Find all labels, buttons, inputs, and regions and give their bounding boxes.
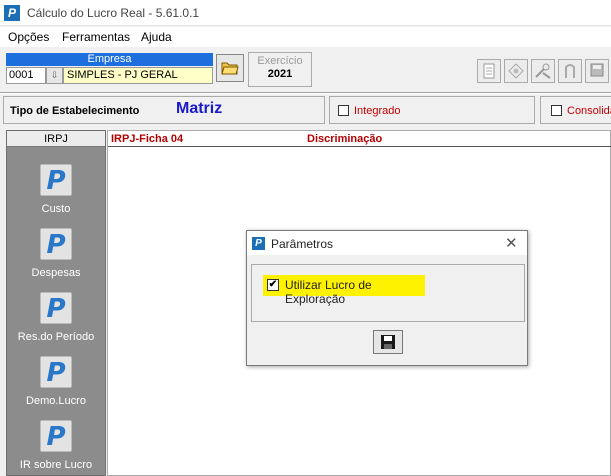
close-icon[interactable]: ✕ <box>505 234 518 252</box>
sidebar-item-label: Custo <box>41 203 71 215</box>
grid-col-ficha: IRPJ-Ficha 04 <box>111 133 184 145</box>
parametros-dialog: P Parâmetros ✕ ✔ Utilizar Lucro de Explo… <box>246 230 528 366</box>
window-title: Cálculo do Lucro Real - 5.61.0.1 <box>27 6 200 20</box>
tools-button[interactable] <box>531 59 555 83</box>
integrado-checkbox[interactable] <box>338 105 349 116</box>
sidebar-item-despesas[interactable]: P Despesas <box>7 228 105 279</box>
diamond-icon <box>508 63 524 79</box>
sidebar-header: IRPJ <box>7 131 105 147</box>
sidebar-item-label: IR sobre Lucro <box>19 459 93 471</box>
document-icon <box>483 63 495 79</box>
app-icon: P <box>4 5 20 21</box>
dialog-title: Parâmetros <box>271 237 334 251</box>
consolidado-checkbox[interactable] <box>551 105 562 116</box>
grid-header: IRPJ-Ficha 04 Discriminação <box>108 131 611 147</box>
sidebar-item-ir-sobre-lucro[interactable]: P IR sobre Lucro <box>7 420 105 471</box>
consolidado-label: Consolida <box>567 105 611 117</box>
menu-ajuda[interactable]: Ajuda <box>141 30 172 44</box>
p-logo-icon: P <box>40 420 72 452</box>
exit-button[interactable] <box>558 59 582 83</box>
integrado-label: Integrado <box>354 105 401 117</box>
save-toolbar-button[interactable] <box>585 59 609 83</box>
menu-bar: Opções Ferramentas Ajuda <box>0 27 611 47</box>
save-icon <box>590 63 604 77</box>
sidebar-item-demo-lucro[interactable]: P Demo.Lucro <box>7 356 105 407</box>
sidebar-item-res-periodo[interactable]: P Res.do Período <box>7 292 105 343</box>
p-logo-icon: P <box>40 164 72 196</box>
menu-ferramentas[interactable]: Ferramentas <box>62 30 130 44</box>
empresa-name-field[interactable]: SIMPLES - PJ GERAL <box>63 67 213 84</box>
lucro-exploracao-label: Utilizar Lucro de Exploração <box>285 278 372 306</box>
exercicio-value: 2021 <box>267 68 293 80</box>
save-icon <box>381 335 395 349</box>
exit-icon <box>565 64 575 78</box>
empresa-code-field[interactable]: 0001 <box>6 67 46 84</box>
dialog-title-bar: P Parâmetros ✕ <box>247 231 527 255</box>
estabelecimento-value: Matriz <box>176 100 223 117</box>
lucro-exploracao-option[interactable]: ✔ Utilizar Lucro de Exploração <box>263 275 425 306</box>
app-icon: P <box>252 237 265 250</box>
p-logo-icon: P <box>40 292 72 324</box>
tools-icon <box>535 63 551 79</box>
sidebar-item-label: Demo.Lucro <box>26 395 86 407</box>
estabelecimento-label: Tipo de Estabelecimento <box>10 105 140 117</box>
p-logo-icon: P <box>40 228 72 260</box>
exercicio-box: Exercício 2021 <box>248 52 312 87</box>
lucro-exploracao-checkbox[interactable]: ✔ <box>267 279 279 291</box>
menu-opcoes[interactable]: Opções <box>8 30 49 44</box>
sidebar: IRPJ P Custo P Despesas P Res.do Período… <box>6 130 106 476</box>
report-button[interactable] <box>477 59 501 83</box>
empresa-label: Empresa <box>6 53 213 66</box>
settings-button[interactable] <box>504 59 528 83</box>
sidebar-item-label: Despesas <box>31 267 81 279</box>
divider <box>0 92 611 94</box>
open-folder-button[interactable] <box>216 54 244 82</box>
empresa-lookup-button[interactable]: ⇩ <box>46 67 63 84</box>
grid-col-discriminacao: Discriminação <box>307 133 383 145</box>
sidebar-item-custo[interactable]: P Custo <box>7 164 105 215</box>
title-bar: P Cálculo do Lucro Real - 5.61.0.1 <box>0 0 611 26</box>
folder-icon <box>221 62 239 75</box>
p-logo-icon: P <box>40 356 72 388</box>
exercicio-label: Exercício <box>257 55 303 67</box>
sidebar-item-label: Res.do Período <box>17 331 95 343</box>
save-button[interactable] <box>373 330 403 354</box>
